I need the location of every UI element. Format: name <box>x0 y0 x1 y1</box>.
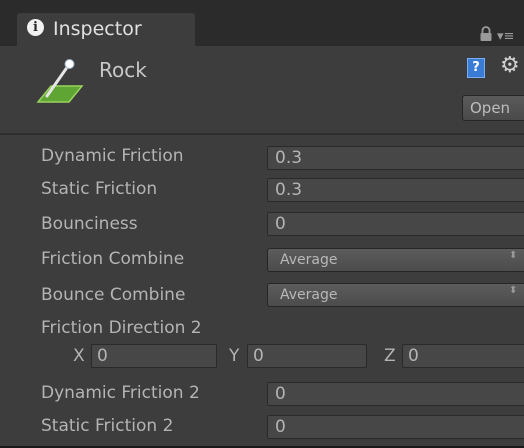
friction-combine-value: Average <box>280 252 338 268</box>
z-field[interactable]: 0 <box>402 344 524 368</box>
bounciness-field[interactable]: 0 <box>267 212 524 236</box>
y-field[interactable]: 0 <box>247 344 367 368</box>
static-friction-field[interactable]: 0.3 <box>267 178 524 202</box>
z-axis-label: Z <box>384 346 396 366</box>
panel-menu-icon[interactable]: ▾≡ <box>497 30 514 43</box>
bounce-combine-value: Average <box>280 287 338 303</box>
chevron-updown-icon: ⬍ <box>509 250 518 261</box>
dynamic-friction-2-field[interactable]: 0 <box>267 382 524 406</box>
tab-inspector[interactable]: i Inspector <box>17 13 195 46</box>
chevron-updown-icon: ⬍ <box>509 285 518 296</box>
inspector-window: i Inspector ▾≡ Rock ? ⚙ Open Dynamic Fri… <box>0 0 524 448</box>
static-friction-label: Static Friction <box>41 179 158 199</box>
tab-title: Inspector <box>53 18 142 40</box>
tab-strip: i Inspector ▾≡ <box>0 0 524 46</box>
physic-material-icon <box>36 59 84 103</box>
info-icon: i <box>27 19 44 36</box>
dynamic-friction-label: Dynamic Friction <box>41 146 184 166</box>
static-friction-2-field[interactable]: 0 <box>267 415 524 439</box>
x-axis-label: X <box>73 346 85 366</box>
bounce-combine-label: Bounce Combine <box>41 285 186 305</box>
friction-combine-label: Friction Combine <box>41 249 185 269</box>
friction-combine-dropdown[interactable]: Average ⬍ <box>267 248 524 272</box>
asset-name: Rock <box>99 58 147 82</box>
open-button[interactable]: Open <box>462 95 524 121</box>
bounce-combine-dropdown[interactable]: Average ⬍ <box>267 283 524 307</box>
dynamic-friction-field[interactable]: 0.3 <box>267 146 524 170</box>
y-axis-label: Y <box>229 346 240 366</box>
friction-direction-2-label: Friction Direction 2 <box>41 318 202 338</box>
header-divider <box>0 133 524 135</box>
static-friction-2-label: Static Friction 2 <box>41 416 174 436</box>
gear-icon[interactable]: ⚙ <box>500 55 520 77</box>
x-field[interactable]: 0 <box>91 344 217 368</box>
help-icon[interactable]: ? <box>467 58 485 78</box>
bounciness-label: Bounciness <box>41 214 138 234</box>
lock-icon[interactable] <box>479 26 493 42</box>
dynamic-friction-2-label: Dynamic Friction 2 <box>41 383 200 403</box>
